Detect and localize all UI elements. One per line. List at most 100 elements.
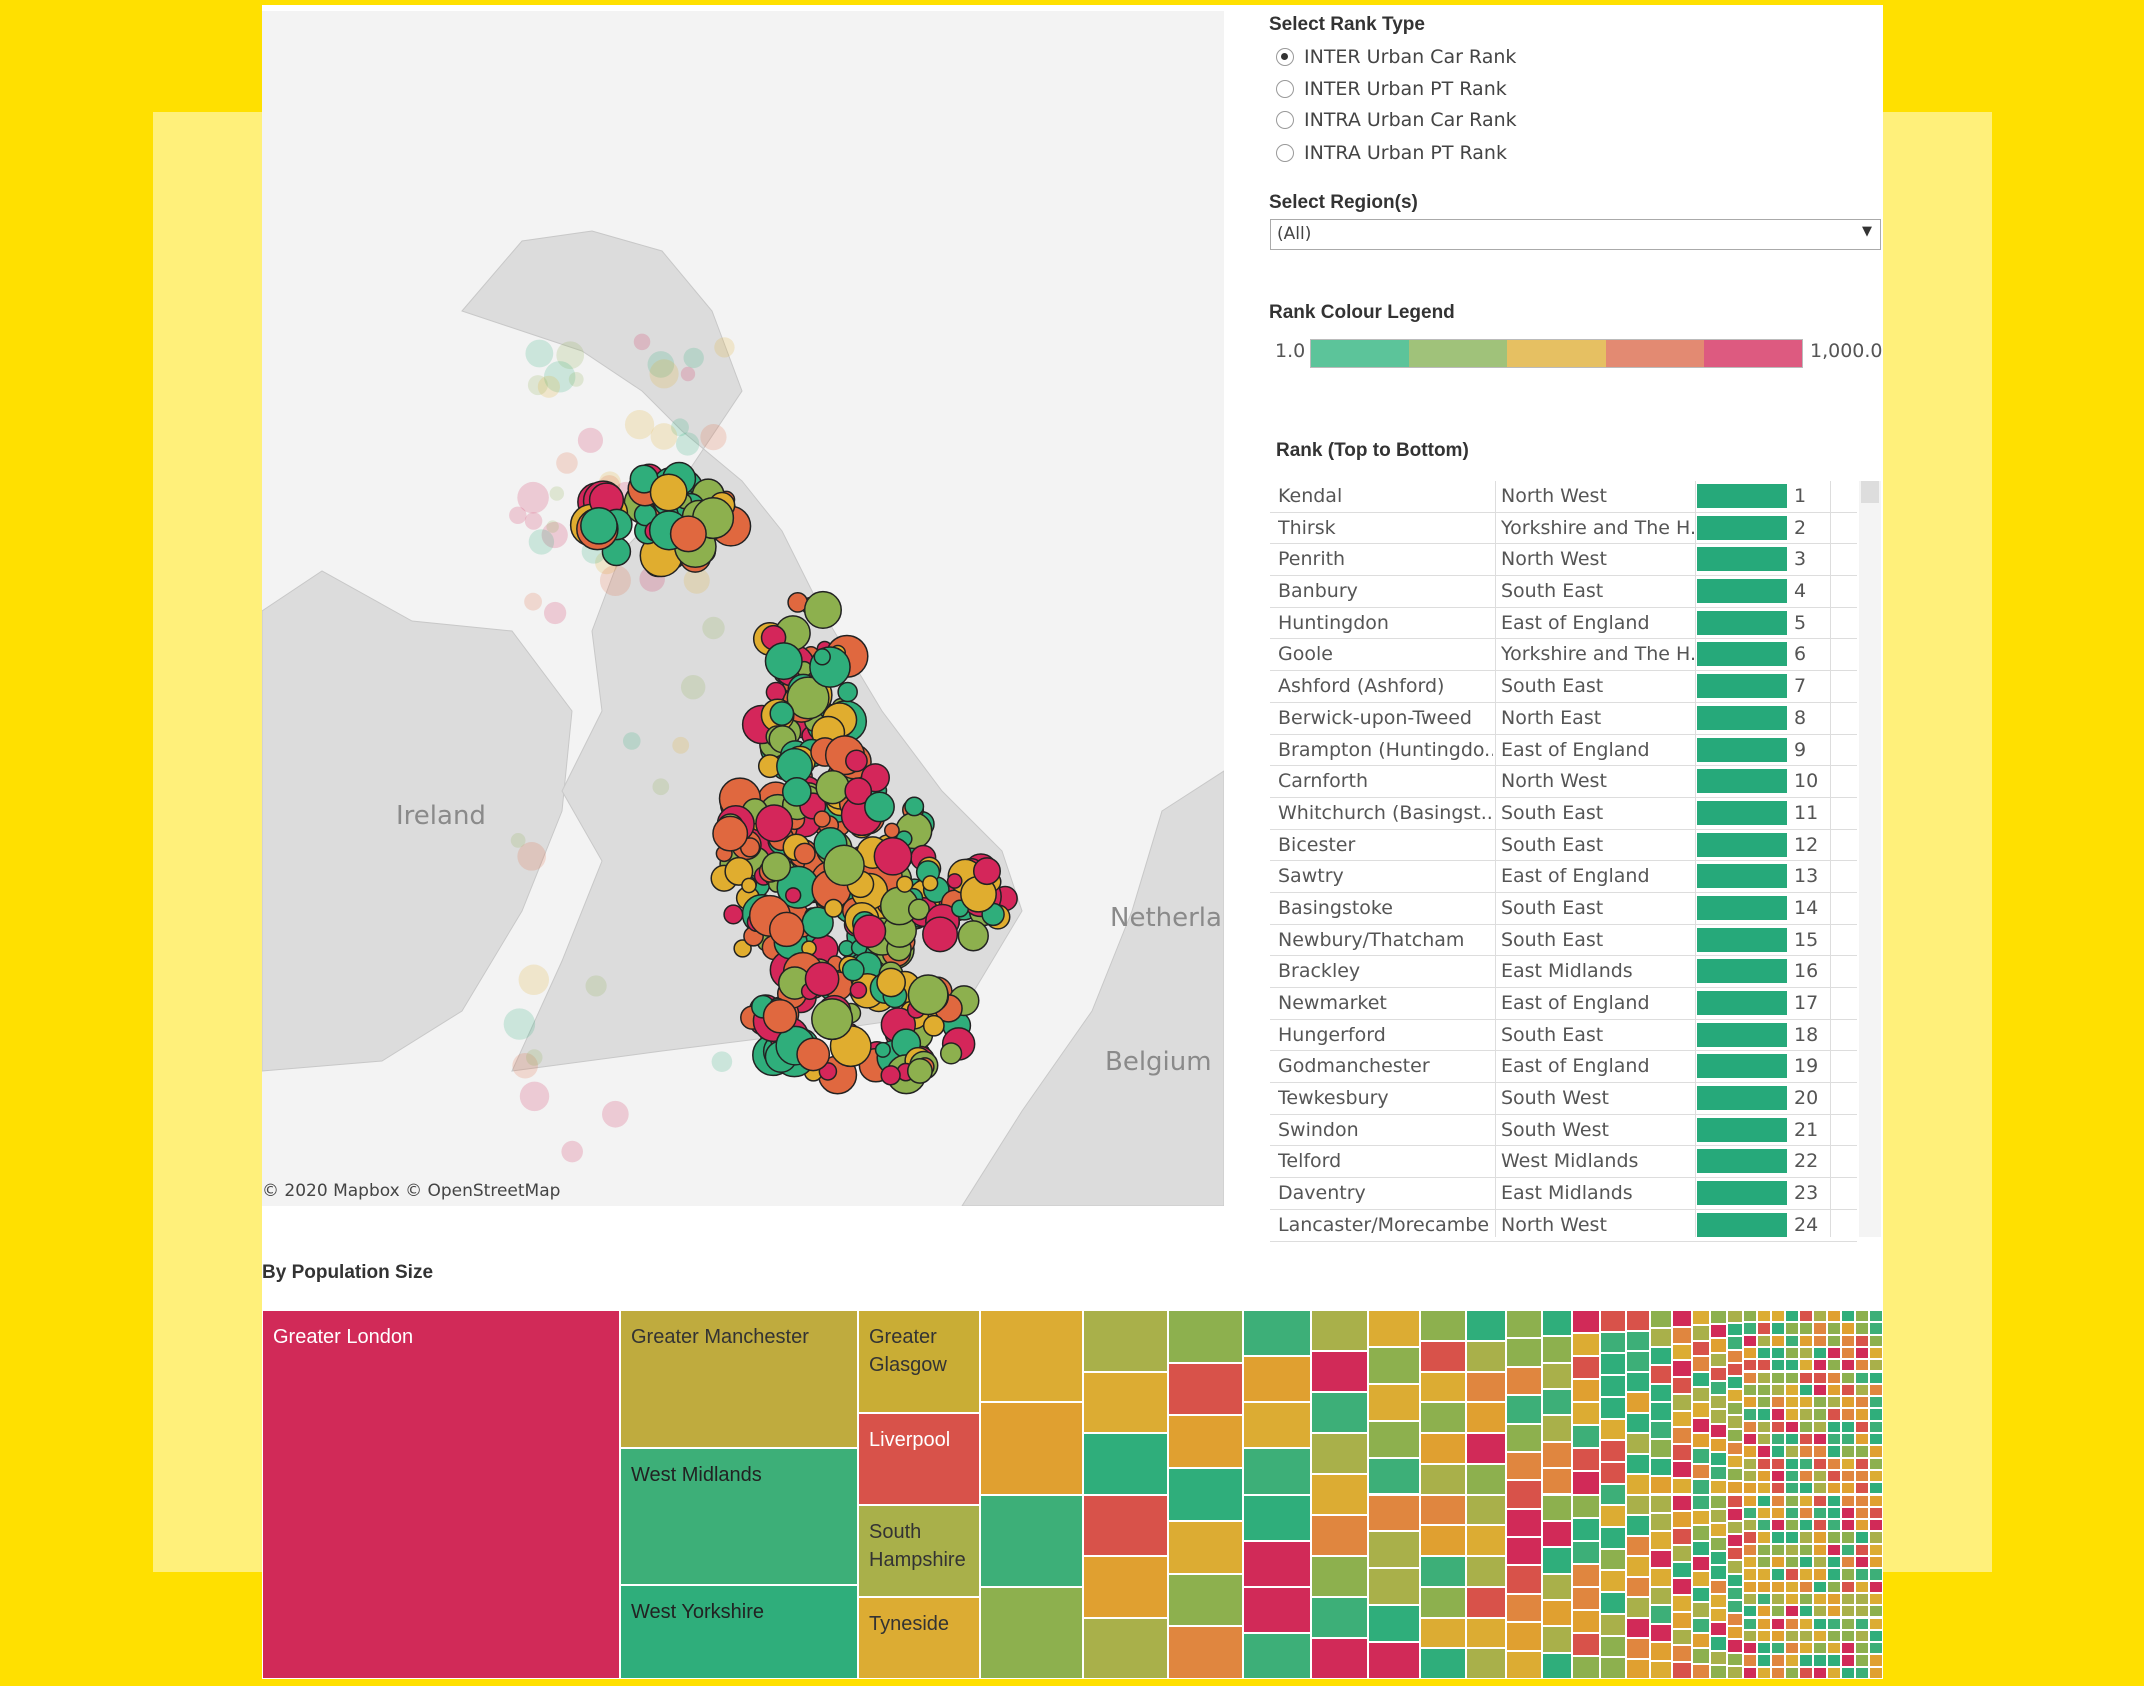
treemap-tile[interactable] bbox=[1757, 1433, 1771, 1446]
treemap-tile[interactable] bbox=[1650, 1568, 1672, 1587]
map-marker-faded[interactable] bbox=[680, 366, 696, 382]
treemap-tile[interactable] bbox=[1869, 1408, 1883, 1421]
treemap-tile[interactable] bbox=[1743, 1543, 1757, 1556]
treemap-tile[interactable] bbox=[1083, 1433, 1168, 1495]
treemap-tile[interactable] bbox=[1572, 1494, 1600, 1518]
treemap-tile[interactable] bbox=[1743, 1310, 1757, 1323]
table-row[interactable]: Penrith North West 3 bbox=[1270, 544, 1857, 577]
treemap-tile[interactable] bbox=[1727, 1547, 1743, 1561]
treemap-tile[interactable] bbox=[1785, 1433, 1799, 1446]
treemap-tile[interactable] bbox=[1827, 1605, 1841, 1618]
treemap-tile[interactable] bbox=[1743, 1469, 1757, 1483]
map-attribution[interactable]: © 2020 Mapbox © OpenStreetMap bbox=[262, 1181, 560, 1201]
treemap-tile[interactable] bbox=[1785, 1482, 1799, 1495]
treemap-tile[interactable] bbox=[1855, 1543, 1869, 1556]
treemap-tile[interactable] bbox=[1710, 1480, 1727, 1495]
treemap-tile[interactable] bbox=[1827, 1396, 1841, 1409]
map-marker-faded[interactable] bbox=[633, 333, 651, 351]
treemap-tile[interactable] bbox=[1855, 1605, 1869, 1618]
treemap-tile[interactable] bbox=[1626, 1351, 1650, 1372]
treemap-tile[interactable] bbox=[1420, 1310, 1466, 1341]
treemap-tile[interactable] bbox=[1466, 1525, 1506, 1556]
treemap-tile[interactable] bbox=[1841, 1310, 1855, 1323]
treemap-tile[interactable] bbox=[1650, 1457, 1672, 1477]
treemap-tile[interactable] bbox=[1841, 1371, 1855, 1384]
map-marker[interactable] bbox=[904, 796, 925, 817]
treemap-tile[interactable] bbox=[1785, 1592, 1799, 1606]
treemap-tile[interactable] bbox=[1855, 1629, 1869, 1643]
treemap-tile[interactable] bbox=[1743, 1420, 1757, 1433]
treemap-tile[interactable] bbox=[1243, 1448, 1311, 1495]
treemap-tile[interactable] bbox=[1506, 1480, 1542, 1509]
treemap-tile[interactable] bbox=[1692, 1494, 1710, 1510]
treemap-tile[interactable] bbox=[1785, 1334, 1799, 1347]
treemap-tile[interactable] bbox=[1757, 1334, 1771, 1347]
treemap-tile[interactable] bbox=[1813, 1531, 1827, 1544]
treemap-tile[interactable] bbox=[1692, 1509, 1710, 1526]
treemap-tile[interactable] bbox=[1311, 1310, 1368, 1351]
treemap-tile[interactable] bbox=[1672, 1427, 1692, 1445]
treemap-tile[interactable] bbox=[1243, 1494, 1311, 1541]
treemap-tile[interactable] bbox=[1420, 1402, 1466, 1433]
treemap-tile[interactable] bbox=[1827, 1420, 1841, 1433]
treemap-tile[interactable] bbox=[1727, 1494, 1743, 1508]
treemap-tile[interactable] bbox=[1799, 1469, 1813, 1483]
treemap-tile[interactable] bbox=[1368, 1457, 1420, 1495]
treemap-tile[interactable] bbox=[1420, 1463, 1466, 1495]
treemap-tile[interactable] bbox=[1083, 1617, 1168, 1679]
treemap-tile[interactable] bbox=[1757, 1617, 1771, 1630]
treemap-tile[interactable] bbox=[1757, 1420, 1771, 1433]
treemap-tile[interactable] bbox=[1650, 1439, 1672, 1458]
treemap-tile[interactable] bbox=[1672, 1343, 1692, 1361]
treemap-tile[interactable] bbox=[1368, 1494, 1420, 1532]
treemap-tile[interactable] bbox=[1855, 1433, 1869, 1446]
treemap-tile[interactable] bbox=[1813, 1334, 1827, 1347]
treemap-tile[interactable] bbox=[1710, 1664, 1727, 1679]
treemap-tile[interactable] bbox=[1600, 1570, 1626, 1593]
treemap-tile[interactable] bbox=[1743, 1531, 1757, 1544]
treemap-tile[interactable] bbox=[1572, 1310, 1600, 1334]
treemap-tile[interactable] bbox=[1743, 1629, 1757, 1643]
treemap-tile[interactable] bbox=[1757, 1519, 1771, 1532]
map-marker[interactable] bbox=[849, 981, 868, 999]
treemap-tile[interactable] bbox=[1311, 1392, 1368, 1433]
map-marker[interactable] bbox=[669, 515, 707, 553]
map-marker-faded[interactable] bbox=[546, 520, 559, 533]
treemap-tile[interactable] bbox=[1542, 1336, 1572, 1363]
treemap-tile[interactable] bbox=[1168, 1362, 1243, 1416]
treemap-tile[interactable] bbox=[1855, 1642, 1869, 1655]
treemap-tile[interactable] bbox=[1506, 1593, 1542, 1623]
treemap-tile[interactable] bbox=[1650, 1365, 1672, 1384]
table-row[interactable]: Sawtry East of England 13 bbox=[1270, 861, 1857, 893]
treemap-tile[interactable] bbox=[1869, 1556, 1883, 1569]
treemap-tile[interactable] bbox=[1785, 1445, 1799, 1458]
treemap-tile[interactable] bbox=[1168, 1310, 1243, 1363]
map-marker-faded[interactable] bbox=[525, 339, 554, 368]
map-canvas[interactable] bbox=[262, 11, 1224, 1206]
treemap-tile[interactable] bbox=[1743, 1506, 1757, 1520]
treemap-tile[interactable] bbox=[1466, 1433, 1506, 1464]
map-marker[interactable] bbox=[785, 887, 802, 904]
treemap-tile[interactable] bbox=[1572, 1333, 1600, 1357]
map-marker-faded[interactable] bbox=[700, 424, 727, 451]
treemap-tile[interactable] bbox=[1869, 1445, 1883, 1458]
treemap-tile[interactable] bbox=[1813, 1506, 1827, 1520]
treemap-tile[interactable] bbox=[1542, 1441, 1572, 1469]
treemap-tile[interactable] bbox=[1572, 1586, 1600, 1610]
treemap-tile[interactable] bbox=[1841, 1642, 1855, 1655]
treemap-tile[interactable] bbox=[1855, 1506, 1869, 1520]
treemap-tile[interactable] bbox=[1771, 1408, 1785, 1421]
treemap-tile[interactable] bbox=[1855, 1408, 1869, 1421]
treemap-tile[interactable] bbox=[1743, 1457, 1757, 1470]
treemap-tile[interactable] bbox=[1785, 1310, 1799, 1323]
treemap-tile[interactable] bbox=[1869, 1383, 1883, 1397]
treemap-tile[interactable] bbox=[1841, 1543, 1855, 1556]
treemap-tile[interactable] bbox=[1799, 1457, 1813, 1470]
treemap-tile[interactable] bbox=[1743, 1396, 1757, 1409]
treemap-tile[interactable] bbox=[1542, 1415, 1572, 1442]
map-marker-faded[interactable] bbox=[524, 592, 542, 611]
treemap-tile[interactable] bbox=[1243, 1356, 1311, 1403]
treemap-tile[interactable] bbox=[1168, 1573, 1243, 1627]
treemap-tile[interactable] bbox=[1692, 1617, 1710, 1633]
treemap-tile[interactable] bbox=[1827, 1654, 1841, 1667]
